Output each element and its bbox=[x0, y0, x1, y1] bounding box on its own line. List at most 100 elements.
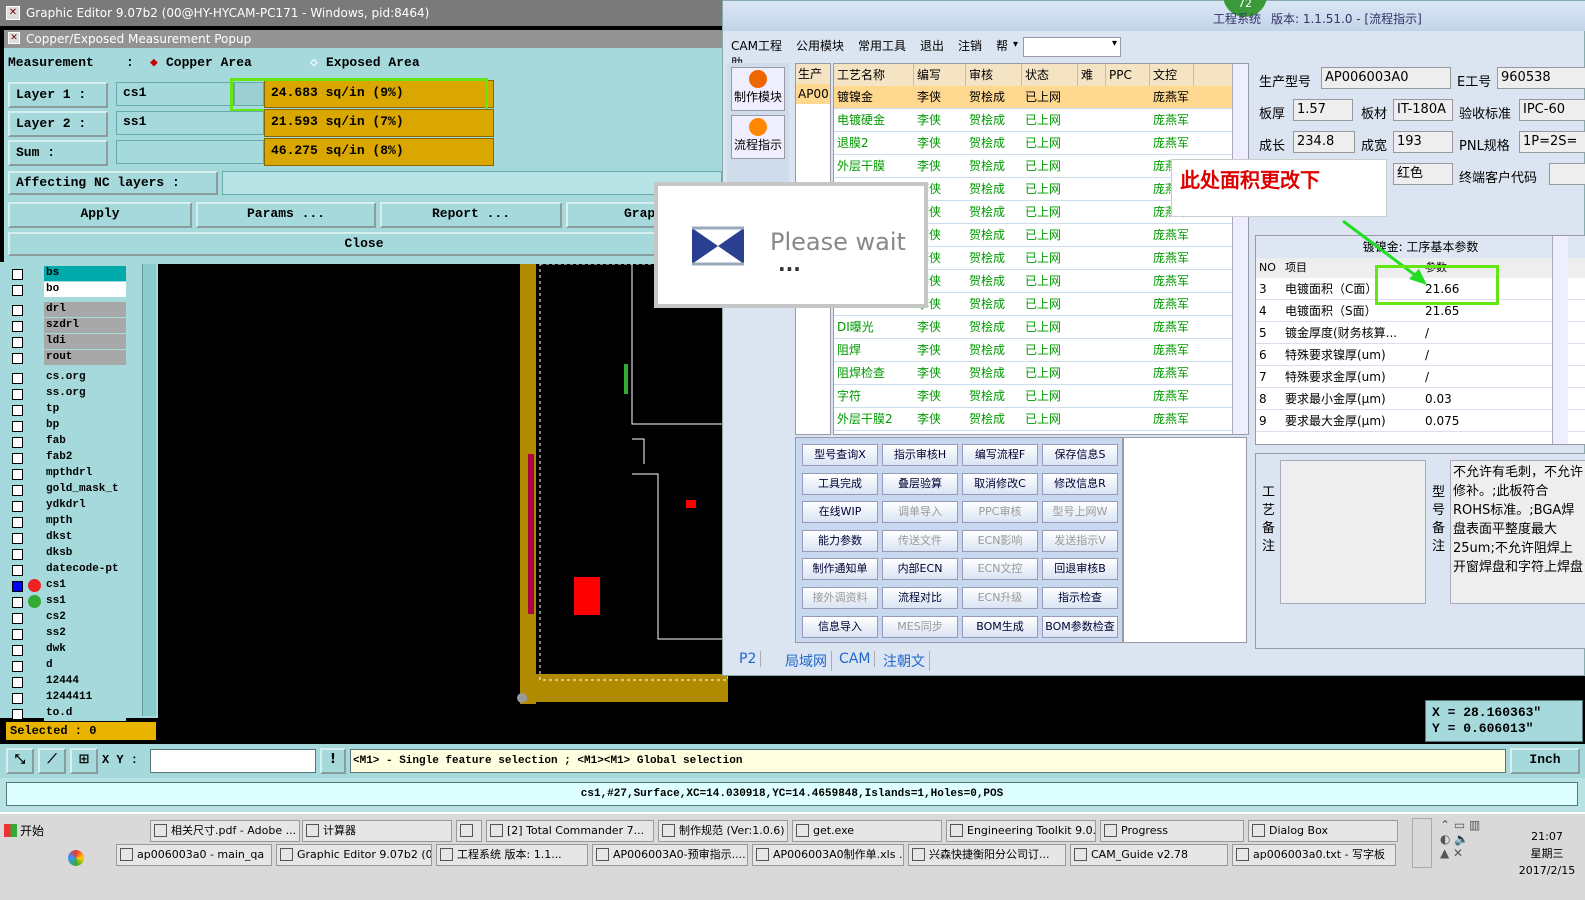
layer-row[interactable]: dwk bbox=[8, 642, 126, 658]
taskbar-button[interactable]: get.exe bbox=[792, 820, 942, 842]
flow-guide-button[interactable]: 流程指示 bbox=[731, 115, 785, 159]
graphics-canvas[interactable] bbox=[158, 264, 728, 712]
grid-header-cell[interactable]: 难 bbox=[1078, 64, 1106, 86]
layer1-label[interactable]: Layer 1 : bbox=[8, 82, 108, 108]
action-button[interactable]: 传送文件 bbox=[882, 529, 958, 552]
process-grid-scrollbar[interactable] bbox=[1232, 64, 1248, 434]
action-button[interactable]: ECN升级 bbox=[962, 587, 1038, 609]
param-header-cell[interactable]: NO bbox=[1256, 258, 1280, 278]
layer-row[interactable]: tp bbox=[8, 402, 126, 418]
action-button[interactable]: 内部ECN bbox=[882, 558, 958, 581]
menu-item[interactable]: 公用模块 bbox=[796, 39, 844, 53]
action-button[interactable]: 回退审核B bbox=[1042, 558, 1118, 581]
action-button[interactable]: 叠层验算 bbox=[882, 472, 958, 495]
pnl-field[interactable]: 1P=2S= bbox=[1519, 131, 1585, 153]
cam-tab[interactable]: 局域网 bbox=[781, 651, 832, 671]
layer-checkbox[interactable] bbox=[12, 373, 23, 384]
param-grid-scrollbar[interactable] bbox=[1552, 236, 1568, 444]
action-button[interactable]: 调单导入 bbox=[882, 501, 958, 524]
layer-checkbox[interactable] bbox=[12, 437, 23, 448]
action-button[interactable]: 信息导入 bbox=[802, 615, 878, 638]
process-row[interactable]: 字符 李侠 贺桧成 已上网 庞燕军 bbox=[834, 385, 1234, 408]
taskbar-button[interactable]: CAM_Guide v2.78 bbox=[1070, 844, 1228, 866]
action-button[interactable]: BOM生成 bbox=[962, 615, 1038, 638]
clock[interactable]: 21:07 星期三 2017/2/15 bbox=[1512, 828, 1582, 879]
exposed-area-option[interactable]: Exposed Area bbox=[326, 55, 420, 70]
color-field[interactable]: 红色 bbox=[1393, 163, 1453, 185]
grid-header-cell[interactable]: 文控 bbox=[1150, 64, 1194, 86]
layer-row[interactable]: cs2 bbox=[8, 610, 126, 626]
taskbar-button[interactable]: AP006003A0制作单.xls ... bbox=[752, 844, 904, 866]
model-field[interactable]: AP006003A0 bbox=[1321, 67, 1451, 89]
layer-row[interactable]: ldi bbox=[8, 334, 126, 350]
model-remark-text[interactable]: 不允许有毛刺，不允许修补。;此板符合ROHS标准。;BGA焊盘表面平整度最大25… bbox=[1450, 460, 1585, 604]
layer-row[interactable]: ydkdrl bbox=[8, 498, 126, 514]
process-row[interactable]: 外层干膜2 李侠 贺桧成 已上网 庞燕军 bbox=[834, 408, 1234, 431]
material-field[interactable]: IT-180A bbox=[1393, 99, 1453, 121]
customer-code-field[interactable] bbox=[1549, 163, 1585, 185]
grid-header-cell[interactable]: 编写 bbox=[914, 64, 966, 86]
action-button[interactable]: 能力参数 bbox=[802, 529, 878, 552]
alert-icon[interactable]: ! bbox=[320, 748, 346, 774]
layer-row[interactable]: to.d bbox=[8, 706, 126, 722]
taskbar-button[interactable]: 工程系统 版本: 1.1... bbox=[436, 844, 588, 866]
layer-checkbox[interactable] bbox=[12, 501, 23, 512]
standard-field[interactable]: IPC-60 bbox=[1519, 99, 1585, 121]
layer-row[interactable]: cs1 bbox=[8, 578, 126, 594]
layer-list-scrollbar[interactable] bbox=[142, 264, 156, 716]
grid-header-cell[interactable]: 审核 bbox=[966, 64, 1022, 86]
cam-menu-dropdown[interactable]: ▾ bbox=[1023, 37, 1121, 57]
layer-row[interactable]: cs.org bbox=[8, 370, 126, 386]
action-button[interactable]: 修改信息R bbox=[1042, 472, 1118, 495]
layer-checkbox[interactable] bbox=[12, 693, 23, 704]
cam-tab[interactable]: CAM bbox=[835, 651, 876, 667]
thickness-field[interactable]: 1.57 bbox=[1293, 99, 1353, 121]
taskbar-button[interactable]: 兴森快捷衡阳分公司订... bbox=[908, 844, 1066, 866]
layer-row[interactable]: d bbox=[8, 658, 126, 674]
action-button[interactable]: ECN文控 bbox=[962, 558, 1038, 581]
menu-item[interactable]: 退出 bbox=[920, 39, 944, 53]
layer-row[interactable]: datecode-pt bbox=[8, 562, 126, 578]
taskbar-button[interactable]: Engineering Toolkit 9.0... bbox=[946, 820, 1096, 842]
action-button[interactable]: 指示检查 bbox=[1042, 587, 1118, 609]
layer-row[interactable]: 12444 bbox=[8, 674, 126, 690]
layer-checkbox[interactable] bbox=[12, 469, 23, 480]
action-button[interactable]: 型号上网W bbox=[1042, 501, 1118, 524]
action-button[interactable]: 流程对比 bbox=[882, 587, 958, 609]
layer2-label[interactable]: Layer 2 : bbox=[8, 111, 108, 137]
process-row[interactable]: 电镀硬金 李侠 贺桧成 已上网 庞燕军 bbox=[834, 109, 1234, 132]
action-button[interactable]: MES同步 bbox=[882, 615, 958, 638]
layer-checkbox[interactable] bbox=[12, 485, 23, 496]
layer-checkbox[interactable] bbox=[12, 269, 23, 280]
action-button[interactable]: 制作通知单 bbox=[802, 558, 878, 581]
taskbar-button[interactable]: AP006003A0-预审指示.... bbox=[592, 844, 748, 866]
param-row[interactable]: 5 镀金厚度(财务核算... / bbox=[1256, 322, 1585, 344]
taskbar-button[interactable] bbox=[456, 820, 482, 842]
layer1-name-field[interactable]: cs1 bbox=[116, 82, 234, 106]
layer-checkbox[interactable] bbox=[12, 285, 23, 296]
layer-row[interactable]: bs bbox=[8, 266, 126, 282]
quicklaunch-icon[interactable] bbox=[68, 850, 84, 866]
layer-checkbox[interactable] bbox=[12, 305, 23, 316]
layer-row[interactable]: ss.org bbox=[8, 386, 126, 402]
close-button[interactable]: Close bbox=[8, 232, 720, 256]
layer-row[interactable]: ss1 bbox=[8, 594, 126, 610]
action-button[interactable]: 型号查询X bbox=[802, 444, 878, 466]
grid-header-cell[interactable]: 工艺名称 bbox=[834, 64, 914, 86]
start-button[interactable]: 开始 bbox=[2, 820, 50, 842]
process-row[interactable]: DI曝光 李侠 贺桧成 已上网 庞燕军 bbox=[834, 316, 1234, 339]
menu-item[interactable]: 注销 bbox=[958, 39, 982, 53]
action-button[interactable]: BOM参数检查 bbox=[1042, 615, 1118, 638]
taskbar-button[interactable]: [2] Total Commander 7... bbox=[486, 820, 654, 842]
grid-header-cell[interactable]: 状态 bbox=[1022, 64, 1078, 86]
taskbar-button[interactable]: ap006003a0.txt - 写字板 bbox=[1232, 844, 1396, 866]
param-row[interactable]: 8 要求最小金厚(μm) 0.03 bbox=[1256, 388, 1585, 410]
taskbar-button[interactable]: ap006003a0 - main_qa bbox=[116, 844, 272, 866]
layer-checkbox[interactable] bbox=[12, 337, 23, 348]
process-row[interactable]: 阻焊检查 李侠 贺桧成 已上网 庞燕军 bbox=[834, 362, 1234, 385]
layer-checkbox[interactable] bbox=[12, 597, 23, 608]
action-button[interactable]: 发送指示V bbox=[1042, 529, 1118, 552]
action-button[interactable]: 取消修改C bbox=[962, 472, 1038, 495]
show-desktop-icon[interactable] bbox=[1412, 818, 1432, 868]
taskbar-button[interactable]: 相关尺寸.pdf - Adobe ... bbox=[150, 820, 300, 842]
